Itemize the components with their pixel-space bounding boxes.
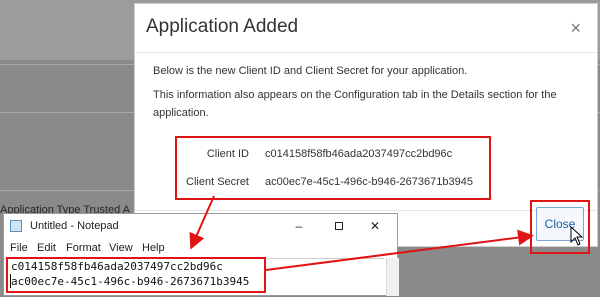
close-icon[interactable]: ✕ bbox=[360, 216, 390, 236]
dialog-title: Application Added bbox=[146, 16, 299, 37]
notepad-titlebar[interactable]: Untitled - Notepad – ✕ bbox=[4, 214, 397, 238]
menu-edit[interactable]: Edit bbox=[37, 242, 56, 254]
menu-help[interactable]: Help bbox=[142, 242, 165, 254]
menu-view[interactable]: View bbox=[109, 242, 133, 254]
menu-format[interactable]: Format bbox=[66, 242, 101, 254]
dialog-footer-divider bbox=[135, 210, 597, 211]
close-icon[interactable]: × bbox=[570, 18, 581, 39]
notepad-menubar: File Edit Format View Help bbox=[4, 239, 397, 257]
notepad-window: Untitled - Notepad – ✕ File Edit Format … bbox=[3, 213, 399, 296]
mouse-cursor-icon bbox=[570, 226, 584, 246]
maximize-icon[interactable] bbox=[324, 216, 354, 236]
application-added-dialog: Application Added × Below is the new Cli… bbox=[134, 3, 598, 247]
notepad-scrollbar[interactable] bbox=[386, 258, 399, 296]
notepad-icon bbox=[10, 220, 22, 232]
notepad-line-client-id: c014158f58fb46ada2037497cc2bd96c bbox=[11, 260, 223, 273]
dialog-intro-text: Below is the new Client ID and Client Se… bbox=[153, 65, 468, 77]
client-id-value: c014158f58fb46ada2037497cc2bd96c bbox=[265, 148, 453, 160]
client-secret-value: ac00ec7e-45c1-496c-b946-2673671b3945 bbox=[265, 176, 473, 188]
client-id-label: Client ID bbox=[206, 148, 249, 160]
dialog-header: Application Added × bbox=[135, 4, 597, 53]
credentials-highlight: Client ID c014158f58fb46ada2037497cc2bd9… bbox=[175, 136, 491, 200]
text-caret bbox=[10, 274, 11, 288]
menu-file[interactable]: File bbox=[10, 242, 28, 254]
notepad-line-client-secret: ac00ec7e-45c1-496c-b946-2673671b3945 bbox=[11, 275, 250, 288]
dialog-info-text: This information also appears on the Con… bbox=[153, 89, 557, 119]
minimize-icon[interactable]: – bbox=[284, 216, 314, 236]
client-secret-label: Client Secret bbox=[186, 176, 249, 188]
notepad-title: Untitled - Notepad bbox=[30, 220, 119, 232]
